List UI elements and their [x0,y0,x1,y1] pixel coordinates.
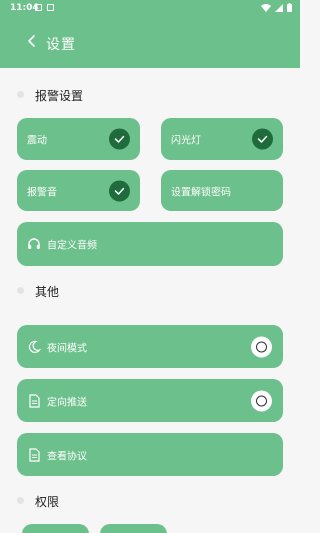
battery-icon [287,3,292,12]
status-bar: 11:04 [0,0,300,16]
targeted-push-toggle[interactable]: 定向推送 [17,379,283,422]
document-icon [29,447,40,462]
moon-icon [28,340,41,353]
back-arrow-icon[interactable] [24,33,40,49]
app-notification-icon [47,4,54,11]
vibrate-toggle[interactable]: 震动 [17,118,140,160]
check-icon [109,128,130,150]
flashlight-toggle[interactable]: 闪光灯 [161,118,283,160]
section-title-permission: 权限 [35,495,60,509]
view-agreement-button[interactable]: 查看协议 [17,433,283,476]
night-mode-toggle[interactable]: 夜间模式 [17,325,283,368]
section-dot [17,287,24,294]
check-icon [252,128,273,150]
unlock-password-button[interactable]: 设置解锁密码 [161,170,283,211]
wifi-icon [261,3,271,12]
status-icons [261,3,292,12]
permission-card-1[interactable] [22,524,89,533]
flashlight-label: 闪光灯 [171,135,201,147]
section-title-other: 其他 [35,285,60,299]
radio-icon[interactable] [251,336,272,357]
permission-card-2[interactable] [100,524,167,533]
check-icon [109,180,130,201]
view-agreement-label: 查看协议 [47,451,87,462]
headphones-icon [28,238,40,249]
section-dot [17,91,24,98]
custom-sound-label: 自定义音频 [47,240,97,252]
section-title-alarm: 报警设置 [35,89,84,103]
signal-icon [275,3,283,12]
document-icon [29,393,40,408]
alarm-sound-label: 报警音 [27,187,57,198]
alarm-sound-toggle[interactable]: 报警音 [17,170,140,211]
image-notification-icon [35,4,42,11]
section-dot [17,497,24,504]
vibrate-label: 震动 [27,135,47,147]
radio-icon[interactable] [251,390,272,411]
night-mode-label: 夜间模式 [47,343,87,354]
app-bar: 设置 [0,16,300,68]
unlock-password-label: 设置解锁密码 [171,187,231,198]
page-title: 设置 [46,37,76,53]
targeted-push-label: 定向推送 [47,397,87,408]
custom-sound-button[interactable]: 自定义音频 [17,222,283,266]
